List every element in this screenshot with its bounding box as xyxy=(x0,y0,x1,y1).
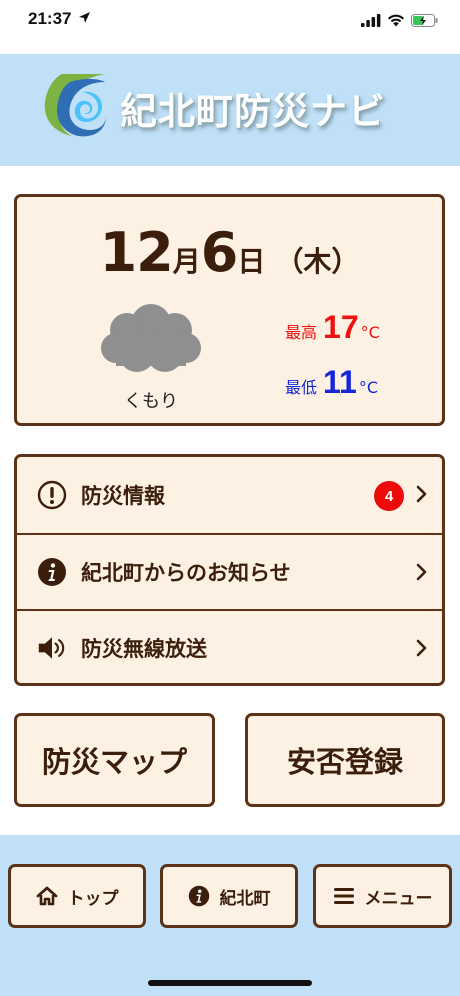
app-title: 紀北町防災ナビ xyxy=(120,90,386,133)
date-day-unit: 日 xyxy=(237,245,266,278)
nav-top-button[interactable]: トップ xyxy=(8,864,146,928)
menu-item-disaster-info[interactable]: 防災情報 4 xyxy=(17,457,442,533)
town-logo-icon xyxy=(44,74,106,137)
status-time: 21:37 xyxy=(28,9,72,28)
nav-top-label: トップ xyxy=(67,888,119,909)
wifi-icon xyxy=(388,14,404,27)
status-icons xyxy=(361,14,438,27)
menu-item-town-notices[interactable]: 紀北町からのお知らせ xyxy=(17,533,442,609)
menu-item-label: 紀北町からのお知らせ xyxy=(81,561,291,585)
notification-badge: 4 xyxy=(374,481,404,511)
status-bar: 21:37 xyxy=(0,0,460,54)
cellular-signal-icon xyxy=(361,14,381,27)
menu-item-radio-broadcast[interactable]: 防災無線放送 xyxy=(17,609,442,683)
date-month: 12 xyxy=(99,221,174,284)
weather-condition: くもり xyxy=(124,391,178,412)
disaster-map-button[interactable]: 防災マップ xyxy=(14,713,215,807)
nav-town-button[interactable]: 紀北町 xyxy=(160,864,298,928)
nav-menu-button[interactable]: メニュー xyxy=(313,864,452,928)
temp-high-unit: °C xyxy=(360,323,380,342)
weather-card: 12月6日 （木） くもり 最高 17 °C 最低 11 °C xyxy=(14,194,445,426)
info-circle-icon xyxy=(188,885,210,907)
home-icon xyxy=(36,886,58,906)
menu-item-label: 防災情報 xyxy=(81,484,165,508)
menu-list: 防災情報 4 紀北町からのお知らせ 防災無線放送 xyxy=(14,454,445,686)
chevron-right-icon xyxy=(416,639,427,657)
temp-low-label: 最低 xyxy=(285,378,318,397)
temp-high-value: 17 xyxy=(323,309,359,345)
info-circle-icon xyxy=(37,557,67,587)
safety-registration-button[interactable]: 安否登録 xyxy=(245,713,445,807)
temp-low: 最低 11 °C xyxy=(285,364,378,401)
chevron-right-icon xyxy=(416,485,427,503)
chevron-right-icon xyxy=(416,563,427,581)
date-month-unit: 月 xyxy=(172,245,201,278)
nav-town-label: 紀北町 xyxy=(219,888,271,909)
nav-menu-label: メニュー xyxy=(364,888,433,909)
battery-charging-icon xyxy=(411,14,438,27)
cloudy-icon xyxy=(101,304,201,372)
hamburger-menu-icon xyxy=(333,887,355,905)
temp-high-label: 最高 xyxy=(285,323,318,342)
date-weekday: （木） xyxy=(275,245,360,278)
date-day: 6 xyxy=(200,221,239,284)
menu-item-label: 防災無線放送 xyxy=(81,637,207,661)
speaker-icon xyxy=(37,633,67,663)
date-display: 12月6日 （木） xyxy=(17,221,442,284)
location-arrow-icon xyxy=(79,12,90,23)
temp-low-value: 11 xyxy=(323,364,357,400)
exclamation-circle-icon xyxy=(37,480,67,510)
home-indicator[interactable] xyxy=(148,980,312,986)
temp-low-unit: °C xyxy=(358,378,379,397)
temp-high: 最高 17 °C xyxy=(285,309,380,346)
